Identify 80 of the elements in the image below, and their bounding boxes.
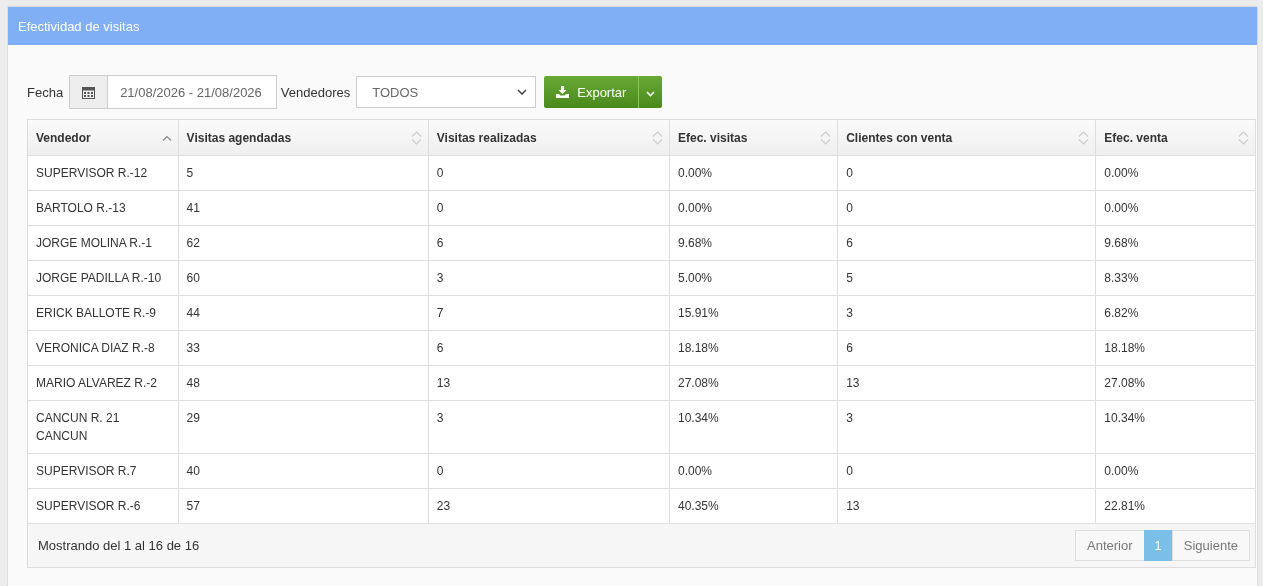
table-cell: 15.91%	[669, 295, 838, 331]
table-cell: 0.00%	[1095, 155, 1255, 191]
table-cell: 8.33%	[1095, 260, 1255, 296]
table-cell: 0	[837, 190, 1096, 226]
date-range-field[interactable]: 21/08/2026 - 21/08/2026	[69, 75, 277, 109]
table-cell: VERONICA DIAZ R.-8	[28, 330, 179, 366]
table-cell: 13	[428, 365, 670, 401]
sellers-dropdown[interactable]: TODOS	[356, 76, 537, 108]
table-cell: 33	[178, 330, 429, 366]
table-cell: CANCUN R. 21 CANCUN	[28, 400, 179, 454]
table-cell: 44	[178, 295, 429, 331]
caret-icon	[646, 90, 656, 97]
table-cell: 57	[178, 488, 429, 524]
date-label: Fecha	[27, 84, 64, 100]
table-cell: 0.00%	[669, 155, 838, 191]
export-options-button[interactable]	[638, 76, 663, 108]
table-cell: 29	[178, 400, 429, 454]
table-cell: 27.08%	[1095, 365, 1255, 401]
column-header[interactable]: Visitas agendadas	[178, 120, 429, 156]
table-cell: 27.08%	[669, 365, 838, 401]
table-cell: 0.00%	[669, 190, 838, 226]
table-cell: 6	[837, 330, 1096, 366]
table-cell: 6.82%	[1095, 295, 1255, 331]
table-cell: 0.00%	[669, 453, 838, 489]
table-cell: 41	[178, 190, 429, 226]
table-cell: 3	[428, 400, 670, 454]
table-cell: 60	[178, 260, 429, 296]
table-cell: 5	[837, 260, 1096, 296]
table-cell: 22.81%	[1095, 488, 1255, 524]
table-cell: 40	[178, 453, 429, 489]
table-cell: 9.68%	[1095, 225, 1255, 261]
table-cell: SUPERVISOR R.-6	[28, 488, 179, 524]
column-header[interactable]: Efec. visitas	[669, 120, 838, 156]
table-cell: JORGE MOLINA R.-1	[28, 225, 179, 261]
table-cell: BARTOLO R.-13	[28, 190, 179, 226]
table-cell: 9.68%	[669, 225, 838, 261]
table-cell: 13	[837, 488, 1096, 524]
column-header[interactable]: Visitas realizadas	[428, 120, 670, 156]
table-cell: JORGE PADILLA R.-10	[28, 260, 179, 296]
table-info: Mostrando del 1 al 16 de 16	[38, 538, 200, 553]
table-cell: 6	[428, 330, 670, 366]
column-header[interactable]: Clientes con venta	[837, 120, 1096, 156]
table-cell: 0.00%	[1095, 190, 1255, 226]
table-cell: 18.18%	[669, 330, 838, 366]
table-cell: 0	[428, 190, 670, 226]
table-cell: 3	[428, 260, 670, 296]
table-cell: 48	[178, 365, 429, 401]
chevron-down-icon	[517, 89, 528, 95]
panel-title: Efectividad de visitas	[18, 18, 140, 34]
table-cell: 23	[428, 488, 670, 524]
table-cell: SUPERVISOR R.7	[28, 453, 179, 489]
table-cell: 6	[428, 225, 670, 261]
table-cell: 0	[428, 453, 670, 489]
table-cell: 18.18%	[1095, 330, 1255, 366]
table-cell: 5	[178, 155, 429, 191]
sellers-label: Vendedores	[280, 84, 351, 100]
table-cell: MARIO ALVAREZ R.-2	[28, 365, 179, 401]
column-header[interactable]: Vendedor	[28, 120, 179, 156]
table-cell: SUPERVISOR R.-12	[28, 155, 179, 191]
table-cell: 40.35%	[669, 488, 838, 524]
table-cell: 6	[837, 225, 1096, 261]
column-header[interactable]: Efec. venta	[1095, 120, 1255, 156]
pagination-button[interactable]: Anterior	[1075, 530, 1145, 561]
table-cell: 5.00%	[669, 260, 838, 296]
table-cell: 3	[837, 295, 1096, 331]
download-icon	[556, 86, 570, 98]
table-cell: 3	[837, 400, 1096, 454]
pagination-button[interactable]: Siguiente	[1171, 530, 1250, 561]
export-button[interactable]: Exportar	[544, 76, 639, 108]
table-cell: 0.00%	[1095, 453, 1255, 489]
calendar-icon	[82, 85, 96, 99]
table-cell: 62	[178, 225, 429, 261]
table-cell: 7	[428, 295, 670, 331]
table-cell: ERICK BALLOTE R.-9	[28, 295, 179, 331]
table-cell: 10.34%	[1095, 400, 1255, 454]
table-cell: 10.34%	[669, 400, 838, 454]
table-cell: 0	[837, 155, 1096, 191]
table-cell: 13	[837, 365, 1096, 401]
table-cell: 0	[428, 155, 670, 191]
table-cell: 0	[837, 453, 1096, 489]
